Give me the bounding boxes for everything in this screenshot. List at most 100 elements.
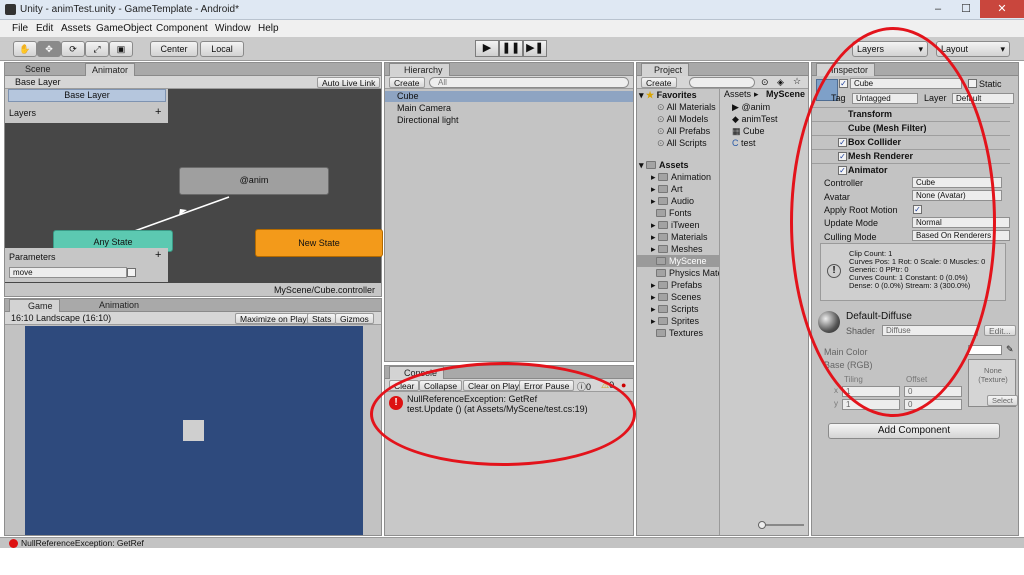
add-layer-icon[interactable]: + (155, 106, 161, 118)
hierarchy-item-selected[interactable] (385, 91, 633, 102)
folder-sprites[interactable]: ▸ Sprites (651, 316, 699, 327)
minimize-button[interactable]: – (924, 0, 952, 18)
close-button[interactable]: ✕ (980, 0, 1024, 18)
folder-art[interactable]: ▸ Art (651, 184, 683, 195)
add-component-button[interactable]: Add Component (828, 423, 1000, 439)
pivot-center-button[interactable]: Center (150, 41, 198, 57)
menu-assets[interactable]: Assets (61, 23, 91, 34)
folder-physics-materials[interactable]: Physics Materials (651, 268, 719, 278)
tab-game[interactable]: Game (9, 299, 60, 312)
hierarchy-item-directional-light[interactable]: Directional light (397, 115, 459, 125)
breadcrumb-myscene[interactable]: MyScene (766, 89, 805, 99)
pivot-local-button[interactable]: Local (200, 41, 244, 57)
folder-icon (658, 245, 669, 253)
scale-tool-icon[interactable]: ⤢ (85, 41, 109, 57)
favorite-all-materials[interactable]: ⊙ All Materials (657, 102, 716, 113)
menu-file[interactable]: File (12, 23, 28, 34)
project-create-dropdown[interactable]: Create (641, 77, 677, 88)
menu-window[interactable]: Window (215, 23, 251, 34)
error-count-icon[interactable]: ● (621, 380, 626, 390)
folder-animation[interactable]: ▸ Animation (651, 172, 711, 183)
gizmos-button[interactable]: Gizmos (335, 313, 374, 324)
auto-live-link-button[interactable]: Auto Live Link (317, 77, 381, 88)
favorite-all-models[interactable]: ⊙ All Models (657, 114, 708, 125)
folder-fonts[interactable]: Fonts (651, 208, 692, 218)
add-parameter-icon[interactable]: + (155, 249, 161, 261)
menu-gameobject[interactable]: GameObject (96, 23, 152, 34)
tab-hierarchy[interactable]: Hierarchy (389, 63, 450, 76)
breadcrumb-assets[interactable]: Assets (724, 89, 751, 99)
tab-animator[interactable]: Animator (85, 63, 136, 76)
label-icon[interactable]: ◈ (777, 77, 784, 88)
file-anim[interactable]: ▶ @anim (732, 102, 770, 113)
eyedropper-icon[interactable]: ✎ (1006, 344, 1014, 355)
folder-meshes[interactable]: ▸ Meshes (651, 244, 703, 255)
filter-icon[interactable]: ⊙ (761, 77, 769, 88)
animator-controller-icon: ▦ (732, 126, 741, 136)
favorites-header[interactable]: ▾ ★ Favorites (639, 90, 697, 101)
file-cube[interactable]: ▦ Cube (732, 126, 765, 137)
x-label: x (834, 386, 838, 395)
param-name-field[interactable]: move (9, 267, 127, 278)
base-layer-item[interactable]: Base Layer (8, 89, 166, 102)
folder-prefabs[interactable]: ▸ Prefabs (651, 280, 702, 291)
breadcrumb-separator-icon: ▸ (754, 89, 759, 99)
layout-dropdown[interactable]: Layout ▾ (936, 41, 1010, 57)
tab-scene[interactable]: Scene (19, 63, 57, 76)
create-dropdown[interactable]: Create (389, 77, 425, 88)
new-state-node[interactable]: New State (255, 229, 383, 257)
status-message[interactable]: NullReferenceException: GetRef (21, 538, 144, 548)
play-button[interactable]: ▶ (475, 40, 499, 57)
texture-slot[interactable]: None (Texture) Select (968, 359, 1018, 407)
game-view[interactable] (25, 326, 363, 535)
menu-help[interactable]: Help (258, 23, 279, 34)
maximize-button[interactable]: ☐ (952, 0, 980, 18)
icon-size-slider[interactable] (758, 521, 804, 529)
hand-tool-icon[interactable]: ✋ (13, 41, 37, 57)
project-search-input[interactable] (689, 77, 755, 88)
pause-button[interactable]: ❚❚ (499, 40, 523, 57)
rotate-tool-icon[interactable]: ⟳ (61, 41, 85, 57)
folder-icon (656, 257, 667, 265)
folder-scripts[interactable]: ▸ Scripts (651, 304, 699, 315)
favorite-all-scripts[interactable]: ⊙ All Scripts (657, 138, 707, 149)
folder-materials[interactable]: ▸ Materials (651, 232, 708, 243)
folder-itween[interactable]: ▸ iTween (651, 220, 700, 231)
file-animtest[interactable]: ◆ animTest (732, 114, 777, 125)
hierarchy-item-main-camera[interactable]: Main Camera (397, 103, 451, 113)
texture-select-button[interactable]: Select (987, 395, 1018, 406)
aspect-dropdown[interactable]: 16:10 Landscape (16:10) (11, 313, 111, 323)
param-bool-checkbox[interactable] (127, 268, 136, 277)
assets-header[interactable]: ▾ Assets (639, 160, 689, 171)
folder-audio[interactable]: ▸ Audio (651, 196, 694, 207)
hierarchy-search-input[interactable] (429, 77, 629, 88)
folder-icon (656, 209, 667, 217)
menu-component[interactable]: Component (156, 23, 208, 34)
folder-icon (658, 221, 669, 229)
base-layer-breadcrumb[interactable]: Base Layer (15, 77, 61, 87)
favorite-all-prefabs[interactable]: ⊙ All Prefabs (657, 126, 710, 137)
folder-scenes[interactable]: ▸ Scenes (651, 292, 701, 303)
maximize-on-play-button[interactable]: Maximize on Play (235, 313, 312, 324)
edit-shader-button[interactable]: Edit... (984, 325, 1016, 336)
stats-button[interactable]: Stats (307, 313, 337, 324)
star-icon[interactable]: ☆ (793, 76, 801, 87)
unity-scene-icon: ◆ (732, 114, 739, 124)
menu-edit[interactable]: Edit (36, 23, 53, 34)
cube-preview (183, 420, 204, 441)
rect-tool-icon[interactable]: ▣ (109, 41, 133, 57)
anim-state-node[interactable]: @anim (179, 167, 329, 195)
static-checkbox[interactable] (968, 79, 977, 88)
tab-project[interactable]: Project (641, 63, 690, 76)
hierarchy-item-cube[interactable]: Cube (397, 91, 419, 101)
slider-thumb[interactable] (758, 521, 766, 529)
texture-none-label: None (Texture) (978, 366, 1008, 384)
file-test[interactable]: C test (732, 138, 756, 148)
project-tabstrip: Project (637, 63, 808, 76)
tab-animation[interactable]: Animation (87, 299, 145, 312)
main-color-swatch[interactable] (968, 345, 1002, 355)
move-tool-icon[interactable]: ✥ (37, 41, 61, 57)
folder-myscene[interactable]: MyScene (651, 256, 707, 266)
step-button[interactable]: ▶❚ (523, 40, 547, 57)
folder-textures[interactable]: Textures (651, 328, 703, 338)
